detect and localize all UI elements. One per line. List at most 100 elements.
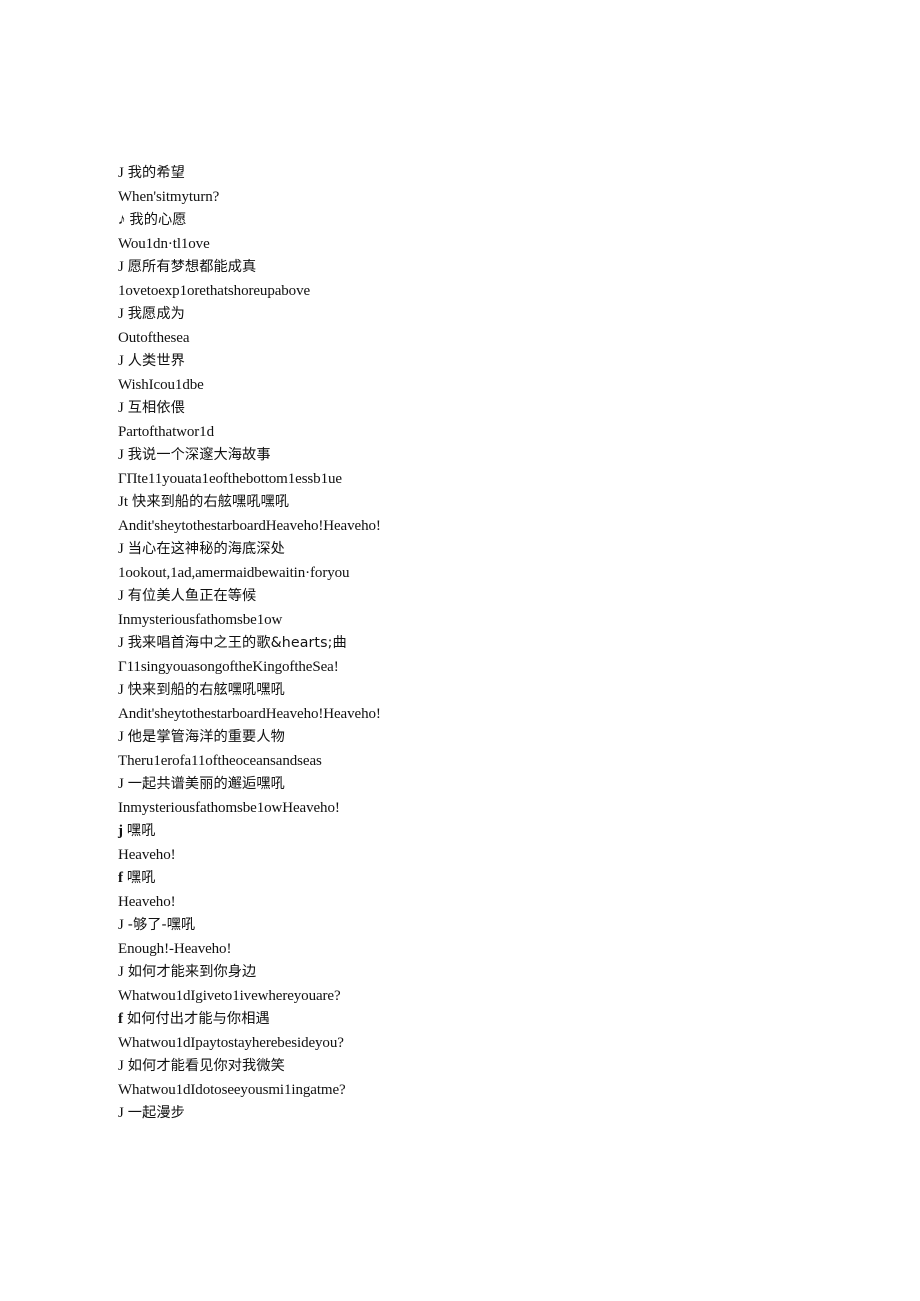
music-note-marker: J [118,541,124,557]
music-note-marker: J [118,682,124,698]
lyric-line-text: Inmysteriousfathomsbe1owHeaveho! [118,799,340,816]
lyric-line: j 嘿吼 [118,820,818,844]
lyric-line: Heaveho! [118,844,818,868]
lyric-line: J 一起漫步 [118,1102,818,1126]
lyric-line-text: 快来到船的右舷嘿吼嘿吼 [132,494,290,510]
lyric-line: J 如何才能看见你对我微笑 [118,1055,818,1079]
lyric-line-text: 互相依偎 [127,400,185,416]
lyric-line: Andit'sheytothestarboardHeaveho!Heaveho! [118,703,818,727]
music-note-marker: J [118,165,124,181]
lyric-line: J 人类世界 [118,350,818,374]
document-page: J 我的希望 When'sitmyturn? ♪ 我的心愿 Wou1dn·tl1ove… [0,0,920,1301]
lyric-line: J 互相依偎 [118,397,818,421]
lyric-line-text: Г11singyouasongoftheKingoftheSea! [118,658,339,675]
lyric-line-text: 一起共谱美丽的邂逅嘿吼 [127,776,285,792]
lyrics-text-block: J 我的希望 When'sitmyturn? ♪ 我的心愿 Wou1dn·tl1ove… [117,162,818,1126]
lyric-line: 1ookout,1ad,amermaidbewaitin·foryou [118,562,818,586]
lyric-line: J 当心在这神秘的海底深处 [118,538,818,562]
lyric-line-text: 一起漫步 [127,1105,185,1121]
lyric-line-text: 嘿吼 [126,870,156,886]
lyric-line: Heaveho! [118,891,818,915]
lyric-line-text: 快来到船的右舷嘿吼嘿吼 [127,682,285,698]
lyric-line: WishIcou1dbe [118,374,818,398]
music-note-marker: ♪ [117,212,127,228]
lyric-line: J 愿所有梦想都能成真 [118,256,818,280]
lyric-line-text: When'sitmyturn? [118,188,220,205]
lyric-line-text: 愿所有梦想都能成真 [127,259,257,275]
lyric-line-text: -够了-嘿吼 [127,917,196,933]
lyric-line-text: 嘿吼 [126,823,156,839]
lyric-line: J 我的希望 [118,162,818,186]
lyric-line-text: Andit'sheytothestarboardHeaveho!Heaveho! [118,705,381,722]
lyric-line-text: 如何付出才能与你相遇 [126,1011,270,1027]
lyric-line-text: Heaveho! [118,893,176,910]
lyric-line: J 我来唱首海中之王的歌&hearts;曲 [118,632,818,656]
music-note-marker: Jt [118,494,129,510]
music-note-marker: J [118,306,124,322]
music-note-marker: J [118,1058,124,1074]
lyric-line: 1ovetoexp1orethatshoreupabove [118,280,818,304]
lyric-line-text: Andit'sheytothestarboardHeaveho!Heaveho! [118,517,381,534]
music-note-marker: f [118,1011,124,1027]
lyric-line-text: 1ovetoexp1orethatshoreupabove [118,282,311,299]
lyric-line: J 一起共谱美丽的邂逅嘿吼 [118,773,818,797]
lyric-line-text: Theru1erofa11oftheoceansandseas [118,752,322,769]
music-note-marker: J [118,400,124,416]
lyric-line-text: 他是掌管海洋的重要人物 [127,729,285,745]
lyric-line: f 如何付出才能与你相遇 [118,1008,818,1032]
music-note-marker: J [118,447,124,463]
lyric-line: ♪ 我的心愿 [117,209,818,233]
music-note-marker: J [118,353,124,369]
lyric-line: ГПte11youata1eofthebottom1essb1ue [118,468,818,492]
lyric-line-text: Whatwou1dIpaytostayherebesideyou? [118,1034,344,1051]
lyric-line-text: Outofthesea [118,329,190,346]
lyric-line: J 我说一个深邃大海故事 [118,444,818,468]
music-note-marker: f [118,870,124,886]
lyric-line-text: 我的心愿 [129,212,187,228]
lyric-line-text: Whatwou1dIgiveto1ivewhereyouare? [118,987,341,1004]
lyric-line: Inmysteriousfathomsbe1owHeaveho! [118,797,818,821]
lyric-line: Whatwou1dIgiveto1ivewhereyouare? [118,985,818,1009]
lyric-line-text: Whatwou1dIdotoseeyousmi1ingatme? [118,1081,346,1098]
music-note-marker: J [118,259,124,275]
lyric-line-text: 1ookout,1ad,amermaidbewaitin·foryou [118,564,350,581]
lyric-line-text: 我的希望 [127,165,185,181]
lyric-line: Wou1dn·tl1ove [118,233,818,257]
lyric-line-text: 当心在这神秘的海底深处 [127,541,285,557]
music-note-marker: J [118,588,124,604]
music-note-marker: J [118,776,124,792]
lyric-line-text: Partofthatwor1d [118,423,214,440]
lyric-line-text: 我愿成为 [127,306,185,322]
lyric-line: J 他是掌管海洋的重要人物 [118,726,818,750]
lyric-line: J 如何才能来到你身边 [118,961,818,985]
music-note-marker: j [118,823,124,839]
music-note-marker: J [118,964,124,980]
lyric-line: Outofthesea [118,327,818,351]
lyric-line-text: ГПte11youata1eofthebottom1essb1ue [118,470,342,487]
lyric-line-text: 我来唱首海中之王的歌&hearts;曲 [127,635,347,651]
lyric-line-text: 有位美人鱼正在等候 [127,588,257,604]
lyric-line: Partofthatwor1d [118,421,818,445]
lyric-line: J 有位美人鱼正在等候 [118,585,818,609]
lyric-line-text: 如何才能来到你身边 [127,964,257,980]
lyric-line: J -够了-嘿吼 [118,914,818,938]
lyric-line: Whatwou1dIdotoseeyousmi1ingatme? [118,1079,818,1103]
lyric-line-text: 我说一个深邃大海故事 [127,447,271,463]
lyric-line: J 我愿成为 [118,303,818,327]
lyric-line: Inmysteriousfathomsbe1ow [118,609,818,633]
lyric-line: Whatwou1dIpaytostayherebesideyou? [118,1032,818,1056]
lyric-line-text: WishIcou1dbe [118,376,204,393]
lyric-line: Г11singyouasongoftheKingoftheSea! [118,656,818,680]
lyric-line: f 嘿吼 [118,867,818,891]
lyric-line: Andit'sheytothestarboardHeaveho!Heaveho! [118,515,818,539]
lyric-line: Theru1erofa11oftheoceansandseas [118,750,818,774]
lyric-line-text: Wou1dn·tl1ove [118,235,210,252]
lyric-line-text: Inmysteriousfathomsbe1ow [118,611,283,628]
lyric-line: Jt 快来到船的右舷嘿吼嘿吼 [118,491,818,515]
lyric-line: J 快来到船的右舷嘿吼嘿吼 [118,679,818,703]
lyric-line-text: 如何才能看见你对我微笑 [127,1058,285,1074]
lyric-line-text: Enough!-Heaveho! [118,940,232,957]
lyric-line-text: Heaveho! [118,846,176,863]
lyric-line: Enough!-Heaveho! [118,938,818,962]
music-note-marker: J [118,729,124,745]
